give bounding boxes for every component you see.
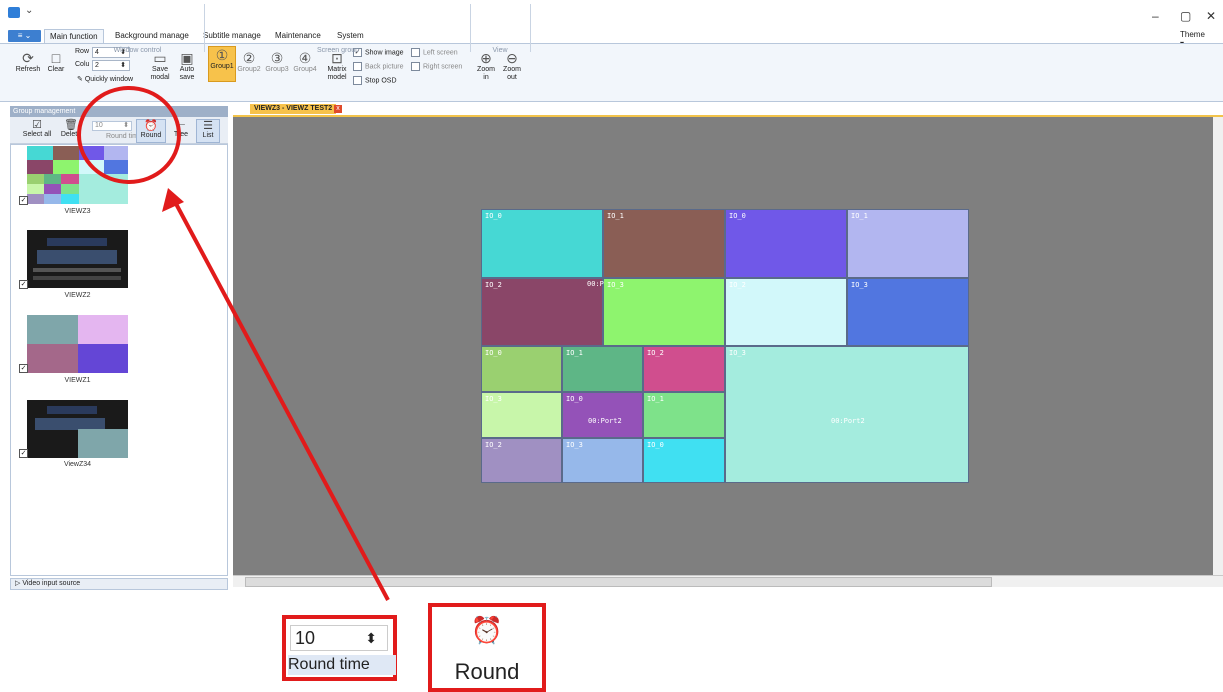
spin-arrows-icon[interactable]: ⬍ (365, 626, 377, 650)
round-zoom-label: Round (454, 659, 520, 684)
round-time-callout: 10 ⬍ Round time (282, 615, 397, 681)
round-button-callout: ⏰ Round (428, 603, 546, 692)
alarm-clock-zoom-icon: ⏰ (470, 615, 504, 645)
round-time-zoom-value: 10 (295, 628, 316, 648)
round-time-zoom-label: Round time (288, 655, 396, 675)
round-time-zoom-input[interactable]: 10 ⬍ (290, 625, 388, 651)
callout-arrow (162, 188, 390, 601)
